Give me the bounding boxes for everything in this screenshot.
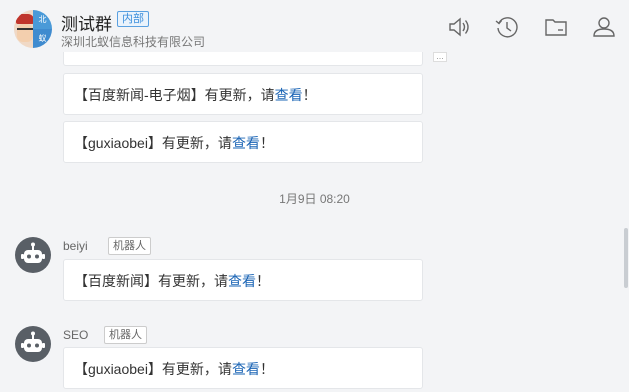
avatar-char-bottom: 蚁 [33, 29, 52, 48]
avatar-char-top: 北 [33, 10, 52, 29]
sender-name: SEO [63, 328, 89, 342]
robot-avatar[interactable] [15, 326, 51, 362]
message-text: 【guxiaobei】有更新，请 [74, 361, 232, 377]
view-link[interactable]: 查看 [228, 273, 256, 289]
company-name: 深圳北蚁信息科技有限公司 [61, 35, 206, 49]
more-indicator[interactable]: ... [433, 52, 447, 62]
history-icon[interactable] [494, 14, 520, 40]
members-icon[interactable] [591, 14, 617, 40]
message-text-end: ！ [259, 135, 274, 151]
chat-header: 北 蚁 测试群 内部 深圳北蚁信息科技有限公司 [0, 0, 629, 56]
message-timestamp: 1月9日 08:20 [279, 192, 350, 206]
message-bubble-partial [63, 52, 423, 66]
robot-badge: 机器人 [104, 326, 147, 344]
message-text-end: ！ [302, 87, 317, 103]
message-bubble: 【guxiaobei】有更新，请查看！ [63, 347, 423, 389]
member-avatar-thumb [14, 10, 34, 48]
scrollbar[interactable] [624, 228, 628, 288]
message-bubble: 【guxiaobei】有更新，请查看！ [63, 121, 423, 163]
sender-name: beiyi [63, 239, 88, 253]
message-text-end: ！ [256, 273, 270, 289]
message-bubble: 【百度新闻】有更新，请查看！ [63, 259, 423, 301]
robot-badge: 机器人 [108, 237, 151, 255]
view-link[interactable]: 查看 [232, 135, 260, 151]
message-bubble: 【百度新闻-电子烟】有更新，请查看！ [63, 73, 423, 115]
view-link[interactable]: 查看 [275, 87, 303, 103]
group-avatar[interactable]: 北 蚁 [14, 10, 52, 48]
message-text: 【guxiaobei】有更新，请 [74, 135, 232, 151]
message-text: 【百度新闻】有更新，请 [74, 273, 228, 289]
internal-badge: 内部 [117, 11, 149, 27]
message-text: 【百度新闻-电子烟】有更新，请 [74, 87, 275, 103]
speaker-icon[interactable] [446, 14, 472, 40]
robot-avatar[interactable] [15, 237, 51, 273]
group-title: 测试群 [61, 15, 112, 34]
message-text-end: ！ [259, 361, 274, 377]
view-link[interactable]: 查看 [232, 361, 260, 377]
folder-icon[interactable] [543, 14, 569, 40]
